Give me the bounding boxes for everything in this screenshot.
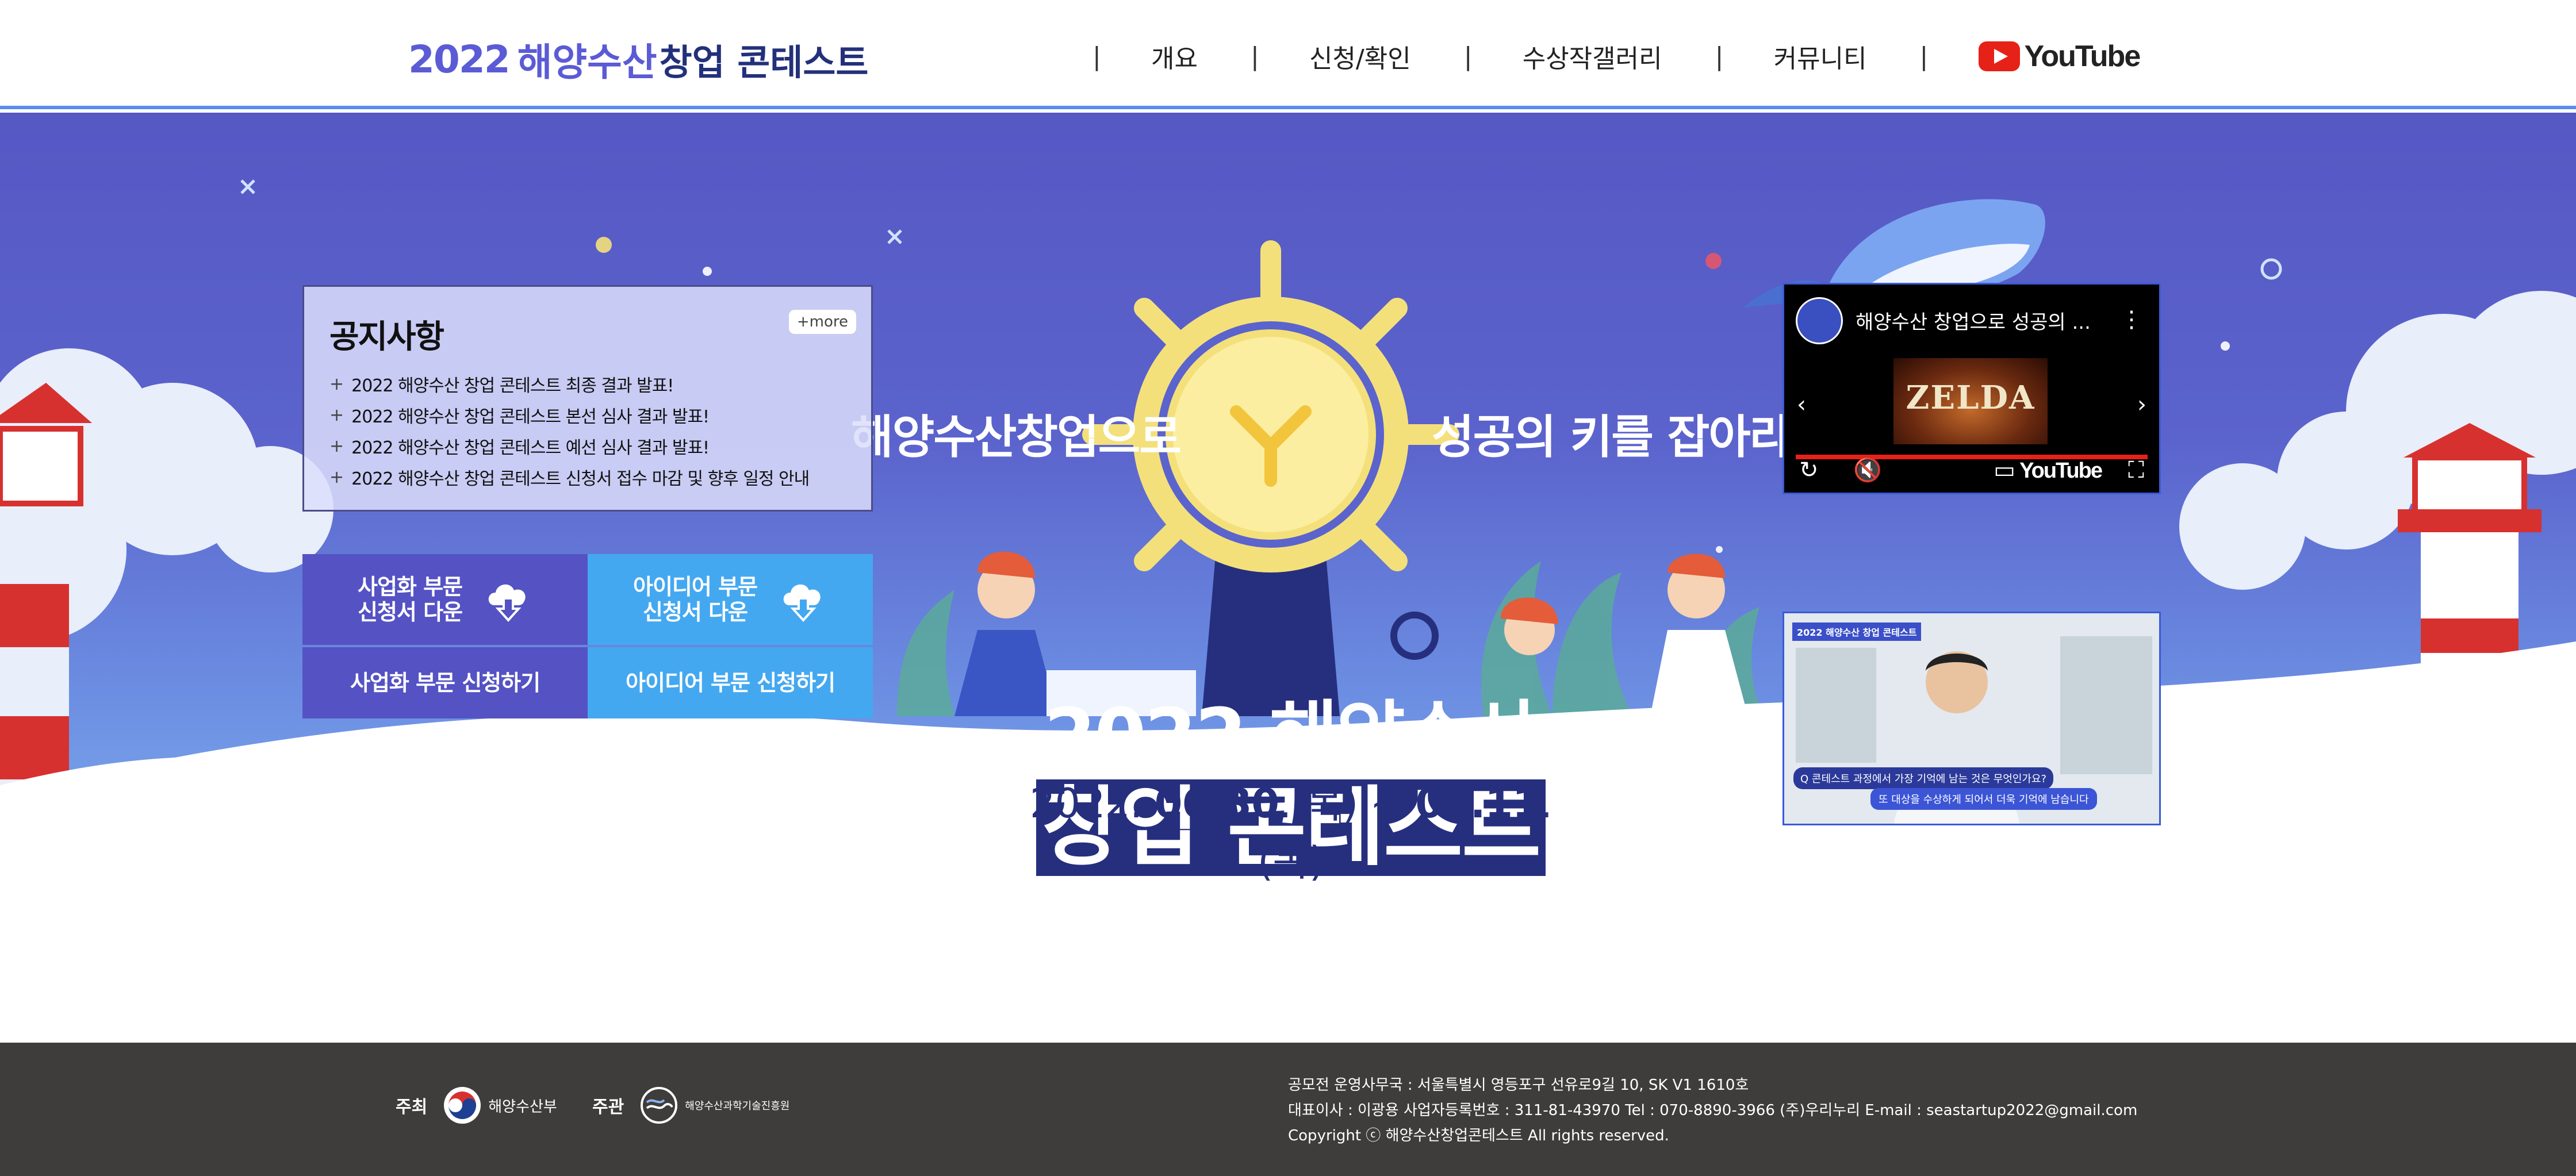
replay-icon[interactable]: ↻	[1799, 457, 1819, 483]
next-arrow-icon[interactable]: ›	[2137, 391, 2146, 418]
notice-item-text: 2022 해양수산 창업 콘테스트 신청서 접수 마감 및 향후 일정 안내	[351, 469, 810, 489]
youtube-label: YouTube	[2024, 40, 2141, 73]
footer-company: 대표이사 : 이광용 사업자등록번호 : 311-81-43970 Tel : …	[1288, 1102, 2138, 1119]
biz-apply-button[interactable]: 사업화 부문 신청하기	[302, 647, 588, 718]
idea-download-button[interactable]: 아이디어 부문 신청서 다운	[588, 554, 873, 645]
organizer-name: 해양수산과학기술진흥원	[685, 1100, 790, 1112]
youtube-player[interactable]: 해양수산 창업으로 성공의 ... ⋮ ‹ ZELDA › ↻ 🔇 ▭ YouT…	[1782, 283, 2161, 494]
slogan-left: 해양수산창업으로	[851, 410, 1182, 464]
date-start: 06.30	[1154, 780, 1279, 827]
more-options-icon[interactable]: ⋮	[2120, 306, 2143, 333]
notice-item[interactable]: +2022 해양수산 창업 콘테스트 신청서 접수 마감 및 향후 일정 안내	[329, 462, 810, 493]
fullscreen-icon[interactable]: ⛶	[2128, 457, 2144, 483]
biz-download-line2: 신청서 다운	[357, 599, 463, 625]
nav-separator: |	[1715, 41, 1724, 71]
nav-separator: |	[1092, 41, 1101, 71]
nav-separator: |	[1919, 41, 1929, 71]
nav-gallery[interactable]: 수상작갤러리	[1470, 38, 1715, 75]
video-badge: 2022 해양수산 창업 콘테스트	[1792, 622, 1922, 641]
youtube-logo[interactable]: YouTube	[2019, 459, 2103, 483]
logo-part2: 창업 콘테스트	[659, 41, 869, 83]
notice-item[interactable]: +2022 해양수산 창업 콘테스트 최종 결과 발표!	[329, 368, 809, 399]
channel-avatar[interactable]	[1796, 297, 1843, 344]
site-logo[interactable]: 2022 해양수산 창업 콘테스트	[408, 33, 868, 85]
date-tilde: ~	[1358, 780, 1416, 827]
idea-download-line1: 아이디어 부문	[633, 574, 758, 599]
prev-arrow-icon[interactable]: ‹	[1797, 391, 1806, 418]
footer-info: 공모전 운영사무국 : 서울특별시 영등포구 선유로9길 10, SK V1 1…	[1288, 1073, 2137, 1148]
contest-title-line1: 2022 해양수산	[1044, 692, 1539, 779]
slogan-right: 성공의 키를 잡아라	[1432, 410, 1792, 464]
nav-community[interactable]: 커뮤니티	[1721, 38, 1920, 75]
site-header: 2022 해양수산 창업 콘테스트 | 개요 | 신청/확인 | 수상작갤러리 …	[0, 0, 2576, 109]
kimst-emblem-icon	[641, 1087, 678, 1124]
cloud-download-icon	[488, 584, 526, 622]
biz-apply-label: 사업화 부문 신청하기	[350, 670, 540, 695]
captions-icon[interactable]: ▭	[1994, 457, 2015, 483]
date-start-day: .(목)	[1278, 780, 1358, 827]
plus-icon: +	[329, 436, 344, 456]
mute-icon[interactable]: 🔇	[1853, 456, 1882, 483]
caption-question: Q 콘테스트 과정에서 가장 기억에 남는 것은 무엇인가요?	[1793, 767, 2054, 789]
nav-apply-check[interactable]: 신청/확인	[1256, 38, 1464, 75]
notice-item-text: 2022 해양수산 창업 콘테스트 예선 심사 결과 발표!	[351, 438, 710, 458]
video-title[interactable]: 해양수산 창업으로 성공의 ...	[1856, 306, 2091, 335]
nav-separator: |	[1250, 41, 1259, 71]
logo-part1: 해양수산	[517, 40, 657, 84]
footer-copyright: Copyright ⓒ 해양수산창업콘테스트 All rights reserv…	[1288, 1127, 1669, 1144]
host-org: 주최 해양수산부	[396, 1086, 557, 1124]
taegeuk-emblem-icon	[444, 1087, 481, 1124]
host-name: 해양수산부	[488, 1098, 557, 1116]
idea-apply-label: 아이디어 부문 신청하기	[625, 670, 835, 695]
notice-item-text: 2022 해양수산 창업 콘테스트 본선 심사 결과 발표!	[351, 407, 710, 427]
thumbnail-text: ZELDA	[1906, 379, 2035, 417]
notice-item-text: 2022 해양수산 창업 콘테스트 최종 결과 발표!	[351, 376, 674, 396]
biz-download-button[interactable]: 사업화 부문 신청서 다운	[302, 554, 588, 645]
plus-icon: +	[329, 374, 344, 394]
video-thumbnail[interactable]: ZELDA	[1893, 358, 2048, 444]
footer-address: 공모전 운영사무국 : 서울특별시 영등포구 선유로9길 10, SK V1 1…	[1288, 1077, 1749, 1094]
caption-answer: 또 대상을 수상하게 되어서 더욱 기억에 남습니다	[1870, 788, 2097, 810]
site-footer: 주최 해양수산부 주관 해양수산과학기술진흥원 공모전 운영사무국 : 서울특별…	[0, 1043, 2576, 1176]
main-nav: | 개요 | 신청/확인 | 수상작갤러리 | 커뮤니티 | YouTube	[1092, 28, 2141, 85]
idea-download-line2: 신청서 다운	[642, 599, 748, 625]
biz-download-label: 사업화 부문 신청서 다운	[357, 574, 463, 625]
interview-video[interactable]: 2022 해양수산 창업 콘테스트 Q 콘테스트 과정에서 가장 기억에 남는 …	[1782, 612, 2161, 825]
notice-item[interactable]: +2022 해양수산 창업 콘테스트 예선 심사 결과 발표!	[329, 431, 809, 462]
notice-more-button[interactable]: +more	[788, 310, 856, 334]
date-year: 2022.	[1029, 780, 1143, 827]
nav-separator: |	[1463, 41, 1473, 71]
date-end: 08.11	[1415, 780, 1540, 827]
notice-board: 공지사항 +more +2022 해양수산 창업 콘테스트 최종 결과 발표! …	[302, 285, 873, 512]
notice-title: 공지사항	[329, 318, 444, 356]
cloud-download-icon	[783, 584, 821, 622]
organizer-org: 주관 해양수산과학기술진흥원	[592, 1086, 789, 1124]
notice-list: +2022 해양수산 창업 콘테스트 최종 결과 발표! +2022 해양수산 …	[329, 368, 810, 493]
contest-date: 2022. 06.30.(목) ~ 08.11.(목)	[1006, 771, 1575, 887]
idea-download-label: 아이디어 부문 신청서 다운	[633, 574, 758, 625]
idea-apply-button[interactable]: 아이디어 부문 신청하기	[588, 647, 873, 718]
plus-icon: +	[329, 405, 344, 425]
hero-banner: 해양수산창업으로 성공의 키를 잡아라 공지사항 +more +2022 해양수…	[0, 113, 2576, 1043]
nav-overview[interactable]: 개요	[1098, 38, 1251, 75]
biz-download-line1: 사업화 부문	[357, 574, 463, 599]
host-role: 주최	[396, 1097, 428, 1117]
notice-item[interactable]: +2022 해양수산 창업 콘테스트 본선 심사 결과 발표!	[329, 399, 809, 431]
logo-year: 2022	[408, 37, 511, 82]
youtube-play-icon	[1978, 41, 2020, 71]
plus-icon: +	[329, 467, 344, 487]
organizer-role: 주관	[592, 1097, 624, 1117]
youtube-link[interactable]: YouTube	[1978, 39, 2141, 74]
